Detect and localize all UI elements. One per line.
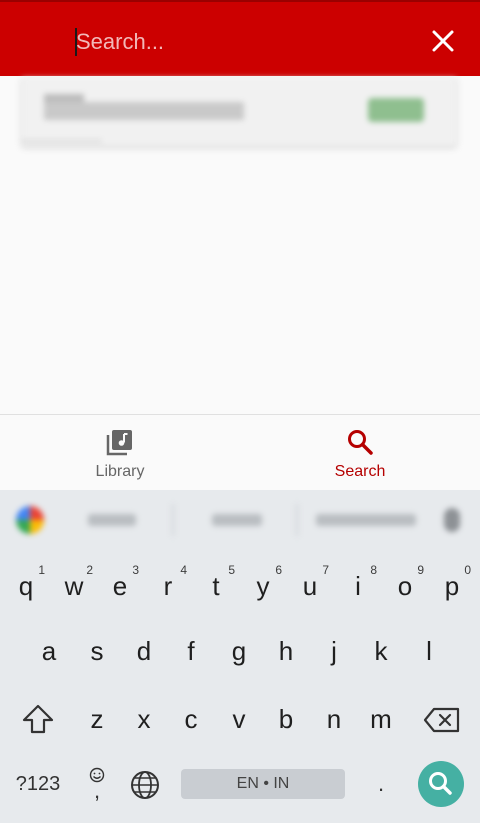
library-music-icon bbox=[106, 430, 132, 456]
shift-key[interactable] bbox=[20, 702, 56, 736]
key-c[interactable]: c bbox=[167, 689, 215, 749]
key-d[interactable]: d bbox=[120, 621, 168, 681]
suggestion-2[interactable] bbox=[212, 514, 262, 526]
key-hint: 7 bbox=[322, 563, 329, 577]
key-u[interactable]: 7u bbox=[286, 556, 334, 616]
search-input[interactable] bbox=[76, 22, 406, 62]
shift-icon bbox=[22, 704, 54, 734]
key-hint: 9 bbox=[417, 563, 424, 577]
globe-icon bbox=[131, 771, 159, 799]
key-y[interactable]: 6y bbox=[239, 556, 287, 616]
backspace-icon bbox=[423, 707, 460, 733]
key-q[interactable]: 1q bbox=[2, 556, 50, 616]
key-e[interactable]: 3e bbox=[96, 556, 144, 616]
key-p[interactable]: 0p bbox=[428, 556, 476, 616]
key-hint: 6 bbox=[275, 563, 282, 577]
key-z[interactable]: z bbox=[73, 689, 121, 749]
key-n[interactable]: n bbox=[310, 689, 358, 749]
key-o[interactable]: 9o bbox=[381, 556, 429, 616]
nav-item-search[interactable]: Search bbox=[240, 415, 480, 490]
ad-divider bbox=[22, 140, 102, 142]
key-a[interactable]: a bbox=[25, 621, 73, 681]
period-key[interactable]: . bbox=[366, 764, 396, 804]
suggestion-divider bbox=[172, 504, 174, 536]
key-hint: 0 bbox=[464, 563, 471, 577]
key-r[interactable]: 4r bbox=[144, 556, 192, 616]
suggestion-3[interactable] bbox=[316, 514, 416, 526]
search-toolbar bbox=[0, 0, 480, 76]
bottom-navigation: Library Search bbox=[0, 414, 480, 490]
key-l[interactable]: l bbox=[405, 621, 453, 681]
key-hint: 4 bbox=[180, 563, 187, 577]
mic-icon[interactable] bbox=[444, 508, 460, 532]
google-icon[interactable] bbox=[16, 506, 44, 534]
key-w[interactable]: 2w bbox=[50, 556, 98, 616]
key-b[interactable]: b bbox=[262, 689, 310, 749]
language-key[interactable] bbox=[128, 768, 162, 802]
key-t[interactable]: 5t bbox=[192, 556, 240, 616]
key-hint: 2 bbox=[86, 563, 93, 577]
ad-text bbox=[44, 102, 244, 120]
key-i[interactable]: 8i bbox=[334, 556, 382, 616]
nav-library-label: Library bbox=[95, 463, 145, 480]
key-k[interactable]: k bbox=[357, 621, 405, 681]
key-hint: 3 bbox=[132, 563, 139, 577]
comma-label: , bbox=[93, 778, 101, 803]
key-h[interactable]: h bbox=[262, 621, 310, 681]
ad-button[interactable] bbox=[368, 98, 424, 122]
search-icon bbox=[348, 430, 373, 455]
symbols-key[interactable]: ?123 bbox=[10, 769, 66, 799]
key-hint: 1 bbox=[38, 563, 45, 577]
comma-emoji-key[interactable]: , bbox=[82, 764, 112, 808]
key-m[interactable]: m bbox=[357, 689, 405, 749]
nav-search-label: Search bbox=[334, 463, 386, 480]
search-action-key[interactable] bbox=[418, 761, 464, 807]
nav-item-library[interactable]: Library bbox=[0, 415, 240, 490]
key-f[interactable]: f bbox=[167, 621, 215, 681]
search-icon bbox=[429, 772, 452, 795]
key-hint: 5 bbox=[228, 563, 235, 577]
keyboard-suggestion-strip bbox=[0, 490, 480, 550]
suggestion-1[interactable] bbox=[88, 514, 136, 526]
key-x[interactable]: x bbox=[120, 689, 168, 749]
key-hint: 8 bbox=[370, 563, 377, 577]
close-icon bbox=[432, 30, 454, 52]
space-bar[interactable]: EN • IN bbox=[181, 769, 345, 799]
backspace-key[interactable] bbox=[422, 704, 462, 736]
key-g[interactable]: g bbox=[215, 621, 263, 681]
key-j[interactable]: j bbox=[310, 621, 358, 681]
close-search-button[interactable] bbox=[426, 24, 460, 58]
soft-keyboard: 1q 2w 3e 4r 5t 6y 7u 8i 9o 0p a s d f g … bbox=[0, 550, 480, 823]
suggestion-divider bbox=[296, 504, 298, 536]
key-v[interactable]: v bbox=[215, 689, 263, 749]
ad-banner[interactable] bbox=[22, 78, 456, 146]
key-s[interactable]: s bbox=[73, 621, 121, 681]
